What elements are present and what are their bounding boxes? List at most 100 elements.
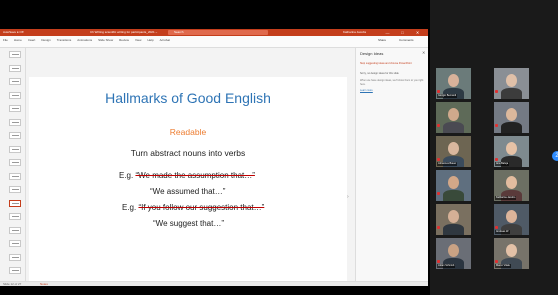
muted-mic-icon — [495, 158, 498, 161]
participant-video-tile[interactable] — [494, 102, 529, 133]
next-slide-arrow-icon[interactable]: › — [347, 194, 349, 200]
participant-video-tile[interactable]: Andreas W. — [494, 204, 529, 235]
ribbon-tab[interactable]: Animations — [77, 38, 92, 42]
gallery-next-page-button[interactable]: 2 — [552, 151, 558, 161]
slide-thumbnail[interactable] — [9, 267, 21, 274]
ribbon-tab[interactable]: Review — [119, 38, 129, 42]
thumbnail-preview — [12, 121, 19, 123]
learn-more-link[interactable]: Learn more — [360, 89, 373, 92]
example-1-struck: “We made the assumption that…” — [135, 171, 255, 180]
search-box[interactable]: Search — [168, 30, 268, 35]
slide-thumbnail[interactable] — [9, 186, 21, 193]
ribbon-tab[interactable]: Help — [147, 38, 153, 42]
ribbon-tab[interactable]: Slide Show — [98, 38, 113, 42]
thumbnail-preview — [12, 162, 19, 163]
ribbon-tab[interactable]: Insert — [28, 38, 36, 42]
participant-video-tile[interactable]: Julian Schmidt — [436, 238, 471, 269]
close-button[interactable]: ✕ — [415, 30, 420, 35]
slide-thumbnail[interactable] — [9, 145, 21, 153]
minimize-button[interactable]: — — [385, 30, 390, 35]
thumbnail-preview — [12, 135, 19, 136]
participant-face — [448, 210, 459, 223]
ribbon-tab[interactable]: View — [135, 38, 141, 42]
participant-body — [443, 224, 464, 235]
example-2-struck: “If you follow our suggestion that…” — [138, 203, 265, 212]
title-bar: AutoSave ● Off Ch Writing scientific wri… — [0, 29, 428, 36]
thumbnail-preview — [12, 216, 19, 217]
slide-thumbnail[interactable] — [9, 51, 21, 58]
thumbnail-preview — [12, 67, 19, 69]
muted-mic-icon — [437, 90, 440, 93]
thumbnail-preview — [12, 175, 19, 177]
slide-thumbnail[interactable] — [9, 226, 21, 234]
slide-thumbnail[interactable] — [9, 213, 21, 220]
participant-face — [506, 176, 517, 189]
participant-body — [501, 122, 522, 133]
slide-thumbnail[interactable] — [9, 132, 21, 139]
slide-thumbnail[interactable] — [9, 253, 21, 261]
ribbon-tab[interactable]: File — [3, 38, 8, 42]
participant-name: Katharina Jacobs — [495, 196, 517, 200]
thumbnail-preview — [12, 108, 19, 109]
slide-thumbnail[interactable] — [9, 240, 21, 247]
slide-canvas[interactable]: Hallmarks of Good English Readable Turn … — [29, 77, 347, 286]
slide-thumbnail[interactable] — [9, 172, 21, 180]
slide-thumbnail[interactable] — [9, 78, 21, 85]
search-placeholder: Search — [174, 30, 184, 34]
ribbon-tab[interactable]: Design — [41, 38, 50, 42]
answer-2: “We suggest that…” — [153, 219, 224, 228]
autosave-toggle[interactable]: AutoSave ● Off — [3, 30, 23, 34]
user-name[interactable]: Katharina Jacobs — [343, 30, 366, 34]
participant-video-tile[interactable]: Johannes Bauer — [436, 136, 471, 167]
participant-face — [448, 74, 459, 87]
muted-mic-icon — [437, 192, 440, 195]
design-ideas-stop-link[interactable]: Stop suggesting ideas and choose PowerPo… — [360, 62, 424, 66]
participant-video-tile[interactable] — [494, 68, 529, 99]
thumbnail-preview — [12, 94, 19, 96]
participant-video-tile[interactable] — [436, 170, 471, 201]
status-bar: Slide 12 of 27 Notes — [0, 281, 428, 286]
slide-thumbnail[interactable] — [9, 105, 21, 112]
thumbnail-preview — [12, 202, 19, 204]
participant-video-tile[interactable]: Katharina Jacobs — [494, 170, 529, 201]
participant-body — [443, 122, 464, 133]
design-ideas-message: Sorry, no design ideas for this slide — [360, 72, 399, 75]
participant-video-tile[interactable]: Marco Vitale — [494, 238, 529, 269]
slide-thumbnail[interactable] — [9, 118, 21, 126]
muted-mic-icon — [437, 124, 440, 127]
powerpoint-window: AutoSave ● Off Ch Writing scientific wri… — [0, 29, 428, 286]
video-gallery: Giorgio Bernardi Johannes Bauer Ana Baluja… — [430, 0, 558, 295]
muted-mic-icon — [495, 260, 498, 263]
slide-thumbnails-pane — [0, 48, 26, 281]
muted-mic-icon — [495, 90, 498, 93]
muted-mic-icon — [437, 158, 440, 161]
comments-button[interactable]: Comments — [399, 38, 414, 42]
thumbnail-preview — [12, 189, 19, 190]
muted-mic-icon — [437, 260, 440, 263]
slide-thumbnail[interactable] — [9, 199, 21, 207]
participant-video-tile[interactable]: Giorgio Bernardi — [436, 68, 471, 99]
ribbon-tab[interactable]: Home — [14, 38, 22, 42]
design-ideas-close-icon[interactable]: ✕ — [422, 50, 425, 55]
slide-instruction: Turn abstract nouns into verbs — [130, 148, 246, 158]
participant-name: Ana Baluja — [495, 162, 510, 166]
thumbnail-preview — [12, 54, 19, 55]
slide-thumbnail[interactable] — [9, 64, 21, 72]
slide-thumbnail[interactable] — [9, 159, 21, 166]
participant-video-tile[interactable] — [436, 102, 471, 133]
slide-thumbnail[interactable] — [9, 91, 21, 99]
example-2-prefix: E.g. — [122, 203, 139, 212]
slide-counter: Slide 12 of 27 — [3, 282, 22, 286]
share-button[interactable]: Share — [378, 38, 386, 42]
document-title[interactable]: Ch Writing scientific writing for partic… — [90, 30, 157, 34]
maximize-button[interactable]: □ — [400, 30, 405, 35]
ribbon-tab[interactable]: Acrobat — [160, 38, 170, 42]
participant-video-tile[interactable]: Ana Baluja — [494, 136, 529, 167]
slide-title: Hallmarks of Good English — [105, 90, 271, 106]
muted-mic-icon — [495, 124, 498, 127]
ribbon-tab[interactable]: Transitions — [57, 38, 72, 42]
notes-button[interactable]: Notes — [40, 282, 48, 286]
participant-video-tile[interactable] — [436, 204, 471, 235]
participant-face — [448, 108, 459, 121]
participant-face — [506, 74, 517, 87]
